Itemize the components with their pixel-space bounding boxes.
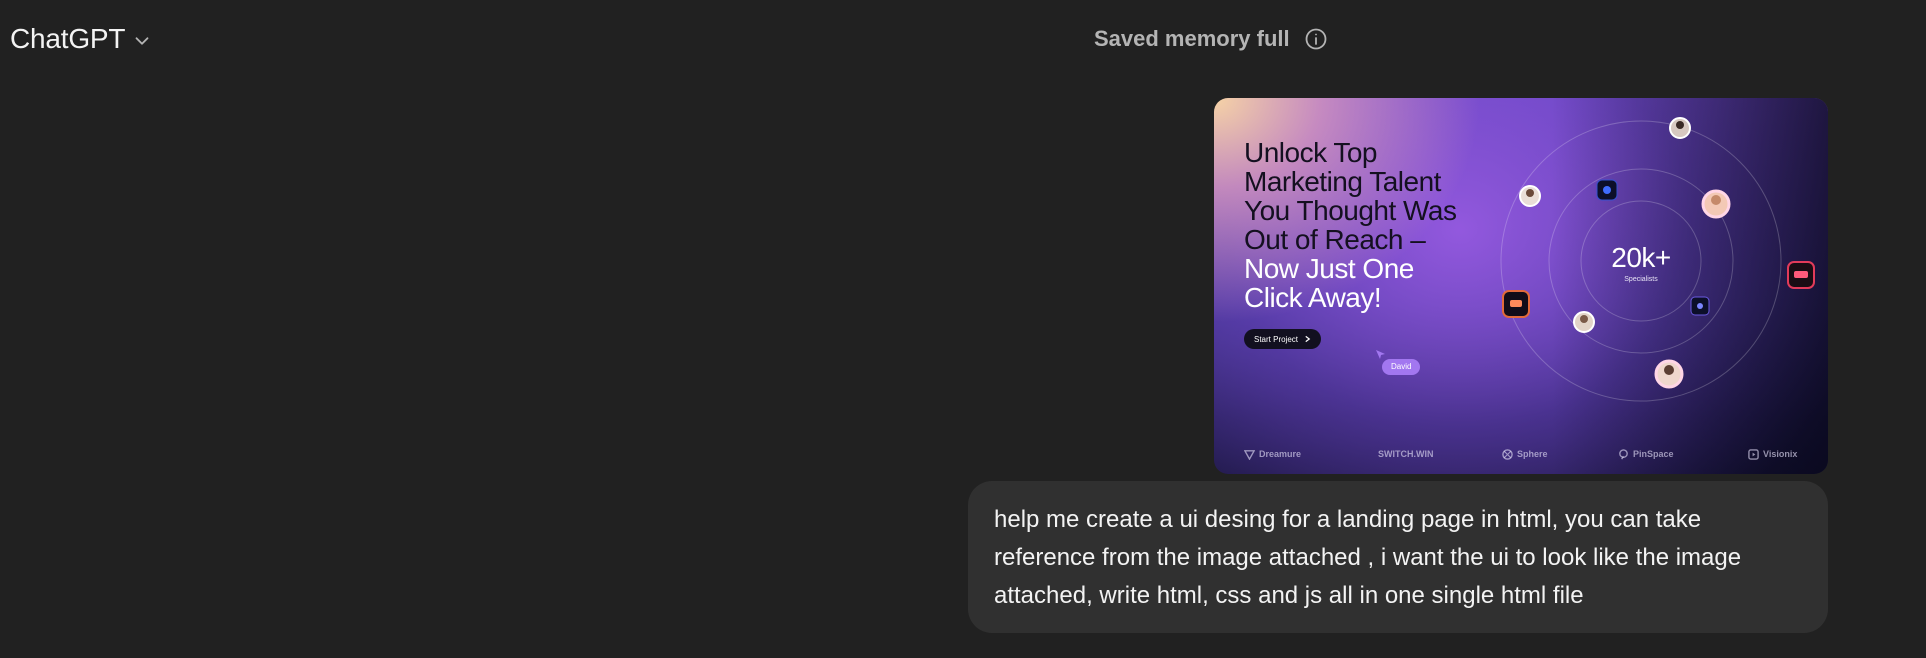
headline-line: Out of Reach – [1244,224,1426,255]
logo-dreamure: Dreamure [1244,444,1301,464]
headline-line: Marketing Talent [1244,166,1441,197]
attachment-cursor-tag: David [1382,359,1421,375]
memory-status-label: Saved memory full [1094,26,1290,51]
logo-label: SWITCH.WIN [1378,449,1434,459]
attachment-cta-button: Start Project [1244,329,1322,349]
triangle-logo-icon [1244,449,1255,460]
logo-label: Sphere [1517,449,1548,459]
attached-image[interactable]: Unlock Top Marketing Talent You Thought … [1214,98,1828,474]
attachment-logo-row: Dreamure SWITCH.WIN Sphere PinSpace Visi… [1214,444,1828,464]
logo-visionix: Visionix [1748,444,1797,464]
cursor-icon [1376,350,1385,359]
headline-line: Click Away! [1244,282,1382,313]
user-message-bubble: help me create a ui desing for a landing… [968,481,1828,633]
attachment-stat-label: Specialists [1624,276,1658,283]
chevron-down-icon [135,36,149,45]
headline-line: Unlock Top [1244,137,1378,168]
logo-sphere: Sphere [1502,444,1548,464]
memory-status: Saved memory full [1094,20,1328,58]
info-icon[interactable] [1304,27,1328,51]
attachment-headline: Unlock Top Marketing Talent You Thought … [1244,138,1504,312]
headline-line: Now Just One [1244,253,1414,284]
sphere-logo-icon [1502,448,1513,460]
attachment-stat-value: 20k+ [1611,242,1671,273]
logo-pinspace: PinSpace [1618,444,1674,464]
model-switcher[interactable]: ChatGPT [10,20,153,58]
chevron-right-icon [1305,335,1311,343]
logo-label: Visionix [1763,449,1798,459]
play-logo-icon [1748,448,1759,460]
pin-logo-icon [1619,448,1628,459]
user-message-text: help me create a ui desing for a landing… [994,506,1742,609]
model-name: ChatGPT [10,23,126,54]
logo-label: PinSpace [1633,449,1674,459]
logo-switchwin: SWITCH.WIN [1378,444,1434,464]
attachment-cta-label: Start Project [1254,334,1299,344]
logo-label: Dreamure [1259,449,1302,459]
headline-line: You Thought Was [1244,195,1457,226]
